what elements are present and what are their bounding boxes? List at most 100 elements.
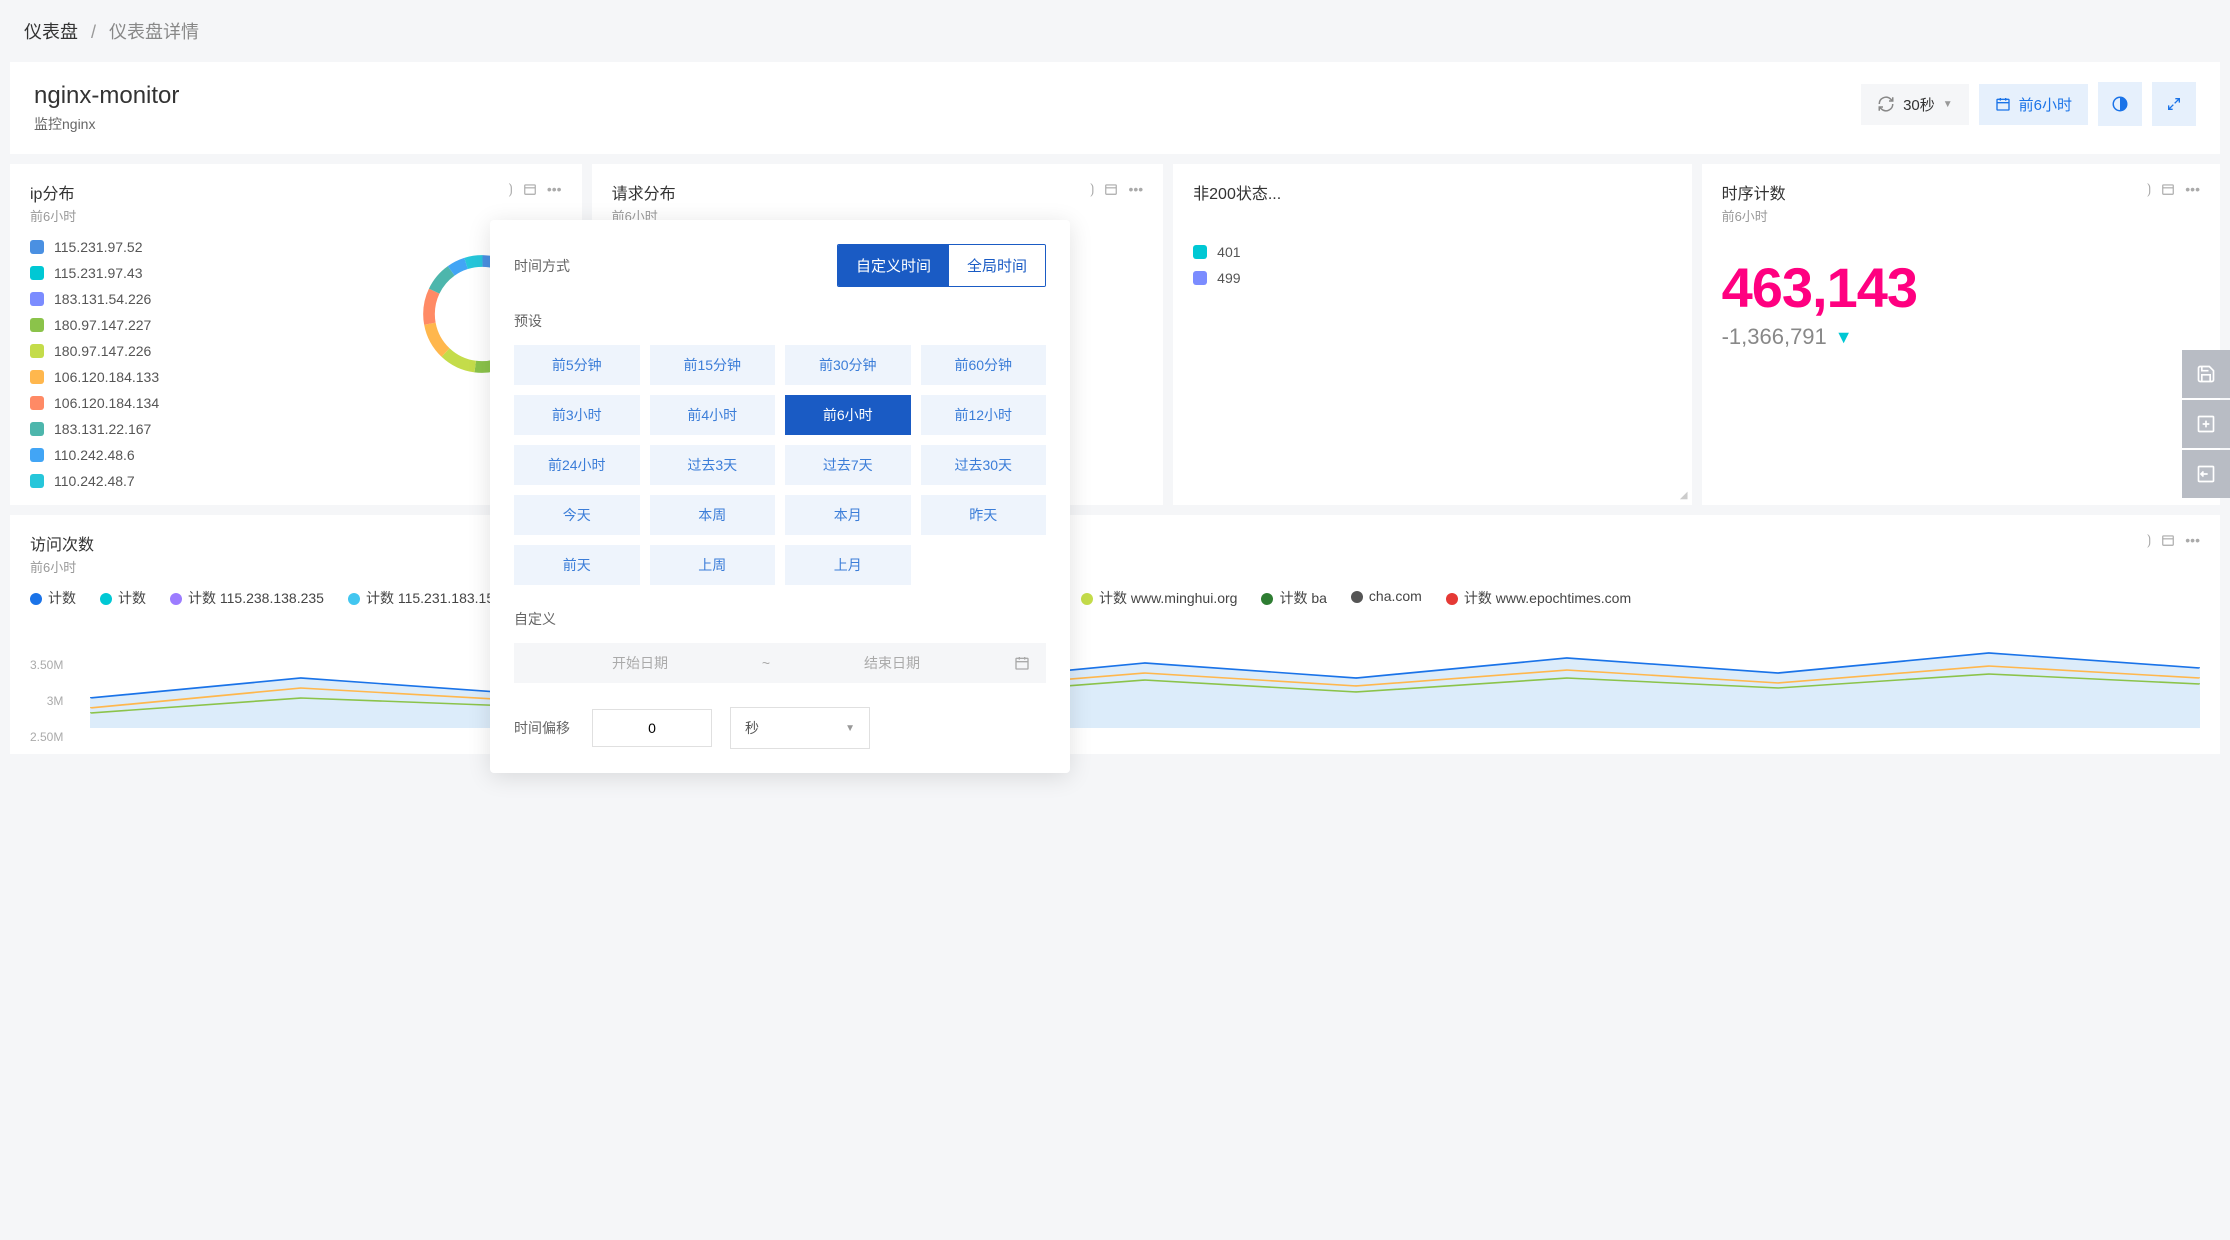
range-separator: ~ bbox=[762, 655, 770, 671]
chevron-down-icon: ▼ bbox=[1943, 99, 1953, 110]
legend-item[interactable]: 计数 www.minghui.org bbox=[1081, 588, 1238, 608]
page-header: nginx-monitor 监控nginx 30秒 ▼ 前6小时 bbox=[10, 62, 2220, 154]
preset-button[interactable]: 前12小时 bbox=[921, 395, 1047, 435]
legend-item[interactable]: 110.242.48.6 bbox=[30, 447, 562, 463]
legend-item[interactable]: 183.131.22.167 bbox=[30, 421, 562, 437]
breadcrumb: 仪表盘 / 仪表盘详情 bbox=[0, 0, 2230, 62]
preset-button[interactable]: 前15分钟 bbox=[650, 345, 776, 385]
copy-icon[interactable]: ⟯ bbox=[2147, 531, 2152, 548]
legend-item[interactable]: 计数 bbox=[100, 588, 146, 608]
legend-label: 106.120.184.134 bbox=[54, 395, 159, 411]
refresh-interval-select[interactable]: 30秒 ▼ bbox=[1861, 84, 1969, 125]
offset-unit-select[interactable]: 秒 ▼ bbox=[730, 707, 870, 749]
preset-button[interactable]: 本月 bbox=[785, 495, 911, 535]
color-swatch bbox=[30, 318, 44, 332]
panel-title: ip分布 bbox=[30, 180, 76, 204]
panel-time-count: 时序计数 前6小时 ⟯ ••• 463,143 -1,366,791 ▼ bbox=[1702, 164, 2220, 505]
calendar-icon[interactable] bbox=[1014, 655, 1030, 671]
more-icon[interactable]: ••• bbox=[1128, 181, 1143, 197]
import-icon bbox=[2196, 464, 2216, 484]
time-mode-toggle: 自定义时间 全局时间 bbox=[837, 244, 1046, 287]
add-float-button[interactable] bbox=[2182, 400, 2230, 448]
preset-button[interactable]: 前天 bbox=[514, 545, 640, 585]
color-swatch bbox=[1193, 245, 1207, 259]
calendar-icon[interactable] bbox=[2161, 182, 2175, 196]
copy-icon[interactable]: ⟯ bbox=[508, 180, 513, 197]
preset-button[interactable]: 过去30天 bbox=[921, 445, 1047, 485]
theme-toggle-button[interactable] bbox=[2098, 82, 2142, 126]
color-swatch bbox=[30, 396, 44, 410]
resize-handle[interactable]: ◢ bbox=[1680, 490, 1688, 501]
legend-label: 106.120.184.133 bbox=[54, 369, 159, 385]
legend-label: 183.131.22.167 bbox=[54, 421, 151, 437]
color-dot bbox=[170, 593, 182, 605]
mode-custom-button[interactable]: 自定义时间 bbox=[838, 245, 949, 286]
color-dot bbox=[100, 593, 112, 605]
more-icon[interactable]: ••• bbox=[2185, 532, 2200, 548]
legend-item[interactable]: 计数 115.231.183.154 bbox=[348, 588, 502, 608]
custom-label: 自定义 bbox=[514, 609, 556, 629]
metric-delta: -1,366,791 ▼ bbox=[1722, 324, 2200, 350]
breadcrumb-root[interactable]: 仪表盘 bbox=[24, 22, 78, 42]
legend-label: 110.242.48.7 bbox=[54, 473, 135, 489]
breadcrumb-current: 仪表盘详情 bbox=[109, 22, 199, 42]
preset-button[interactable]: 前5分钟 bbox=[514, 345, 640, 385]
preset-label: 预设 bbox=[514, 311, 542, 331]
preset-button[interactable]: 前24小时 bbox=[514, 445, 640, 485]
time-picker-popover: 时间方式 自定义时间 全局时间 预设 前5分钟前15分钟前30分钟前60分钟前3… bbox=[490, 220, 1070, 773]
preset-button[interactable]: 过去3天 bbox=[650, 445, 776, 485]
preset-button[interactable]: 前60分钟 bbox=[921, 345, 1047, 385]
start-date-input[interactable] bbox=[530, 655, 750, 671]
legend-item[interactable]: 计数 bbox=[30, 588, 76, 608]
panel-subtitle: 前6小时 bbox=[30, 206, 76, 225]
legend-item[interactable]: 401 bbox=[1193, 244, 1671, 260]
panel-title: 访问次数 bbox=[30, 531, 94, 555]
copy-icon[interactable]: ⟯ bbox=[2147, 180, 2152, 197]
legend-item[interactable]: 110.242.48.7 bbox=[30, 473, 562, 489]
end-date-input[interactable] bbox=[782, 655, 1002, 671]
preset-button[interactable]: 上周 bbox=[650, 545, 776, 585]
offset-input[interactable] bbox=[592, 709, 712, 747]
preset-button[interactable]: 本周 bbox=[650, 495, 776, 535]
preset-button[interactable]: 上月 bbox=[785, 545, 911, 585]
legend-item[interactable]: 499 bbox=[1193, 270, 1671, 286]
legend-item[interactable]: 计数 ba bbox=[1261, 588, 1326, 608]
calendar-icon[interactable] bbox=[2161, 533, 2175, 547]
preset-button[interactable]: 前6小时 bbox=[785, 395, 911, 435]
y-axis: 3.50M 3M 2.50M bbox=[30, 658, 63, 744]
preset-button[interactable]: 昨天 bbox=[921, 495, 1047, 535]
legend-item[interactable]: 计数 www.epochtimes.com bbox=[1446, 588, 1631, 608]
mode-global-button[interactable]: 全局时间 bbox=[949, 245, 1045, 286]
legend-item[interactable]: 计数 115.238.138.235 bbox=[170, 588, 324, 608]
calendar-icon[interactable] bbox=[1104, 182, 1118, 196]
panel-visit-count: 访问次数 前6小时 ⟯ ••• 计数计数计数 115.238.138.235计数… bbox=[10, 515, 2220, 754]
fullscreen-button[interactable] bbox=[2152, 82, 2196, 126]
more-icon[interactable]: ••• bbox=[2185, 181, 2200, 197]
more-icon[interactable]: ••• bbox=[547, 181, 562, 197]
copy-icon[interactable]: ⟯ bbox=[1090, 180, 1095, 197]
legend-item[interactable]: 106.120.184.134 bbox=[30, 395, 562, 411]
time-range-button[interactable]: 前6小时 bbox=[1979, 84, 2088, 125]
metric-value: 463,143 bbox=[1722, 255, 2200, 320]
legend-label: 499 bbox=[1217, 270, 1240, 286]
color-swatch bbox=[30, 474, 44, 488]
legend-item[interactable]: cha.com bbox=[1351, 588, 1422, 608]
contrast-icon bbox=[2111, 95, 2129, 113]
calendar-icon bbox=[1995, 96, 2011, 112]
import-float-button[interactable] bbox=[2182, 450, 2230, 498]
calendar-icon[interactable] bbox=[523, 182, 537, 196]
save-float-button[interactable] bbox=[2182, 350, 2230, 398]
color-dot bbox=[1446, 593, 1458, 605]
preset-button[interactable]: 今天 bbox=[514, 495, 640, 535]
arrow-down-icon: ▼ bbox=[1835, 327, 1853, 348]
color-swatch bbox=[30, 292, 44, 306]
date-range-input: ~ bbox=[514, 643, 1046, 683]
preset-button[interactable]: 前30分钟 bbox=[785, 345, 911, 385]
preset-button[interactable]: 前3小时 bbox=[514, 395, 640, 435]
preset-button[interactable]: 前4小时 bbox=[650, 395, 776, 435]
plus-icon bbox=[2196, 414, 2216, 434]
preset-button[interactable]: 过去7天 bbox=[785, 445, 911, 485]
color-dot bbox=[1081, 593, 1093, 605]
color-swatch bbox=[30, 422, 44, 436]
panel-subtitle: 前6小时 bbox=[1722, 206, 1786, 225]
